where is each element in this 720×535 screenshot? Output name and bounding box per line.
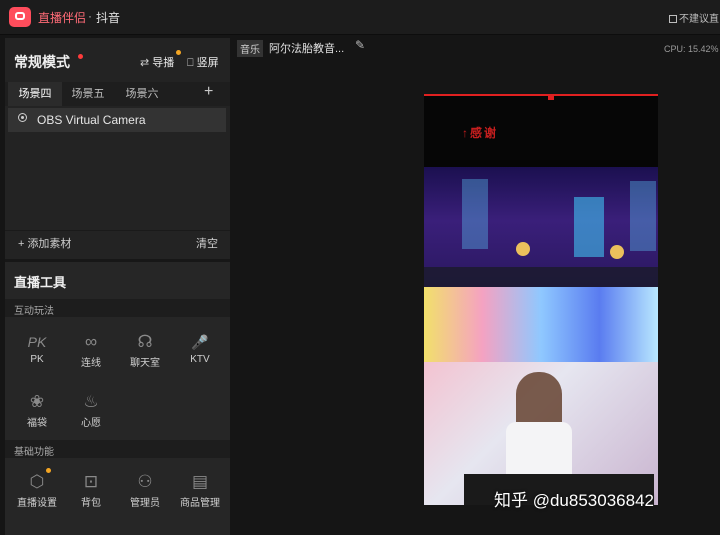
platform-name: 抖音: [96, 11, 121, 25]
tools-title: 直播工具: [14, 275, 67, 290]
stage-screen-left: [462, 179, 488, 249]
stage-floor-edge: [424, 267, 658, 287]
landscape-button[interactable]: ⎕ 竖屏: [187, 54, 219, 70]
preview-top-line: [424, 94, 658, 96]
dj-body: [506, 422, 572, 477]
add-source-button[interactable]: + 添加素材: [18, 235, 71, 251]
music-tag: 音乐: [237, 40, 263, 57]
clear-button[interactable]: 清空: [196, 235, 218, 251]
guide-label: 导播: [152, 57, 175, 69]
music-title[interactable]: 阿尔法胎教音...: [269, 40, 344, 56]
stage-equalizer: [574, 197, 604, 257]
edit-icon[interactable]: ✎: [355, 38, 365, 52]
chatroom-icon: ☊: [137, 332, 153, 351]
wish-tool[interactable]: ♨ 心愿: [66, 391, 116, 429]
settings-icon: ⬡: [29, 472, 45, 491]
tab-scene-4[interactable]: 场景四: [8, 82, 62, 106]
lucky-bag-tool[interactable]: ❀ 福袋: [12, 391, 62, 429]
link-label: 连线: [81, 358, 101, 369]
guide-badge-dot: [176, 50, 181, 55]
guide-button[interactable]: ⇄ 导播: [140, 54, 174, 70]
landscape-label: 竖屏: [196, 57, 219, 69]
tab-scene-6[interactable]: 场景六: [116, 82, 168, 106]
tab-scene-5[interactable]: 场景五: [62, 82, 114, 106]
speaker-icon: [669, 15, 677, 23]
camera-icon: [18, 113, 27, 122]
ktv-tool[interactable]: 🎤 KTV: [175, 331, 225, 365]
app-logo-icon: [9, 7, 31, 27]
goods-tool[interactable]: ▤ 商品管理: [175, 471, 225, 509]
chatroom-label: 聊天室: [130, 358, 160, 369]
link-icon: ∞: [84, 332, 98, 351]
lucky-bag-icon: ❀: [29, 392, 45, 411]
plus-icon: +: [18, 238, 25, 250]
mic-icon: 🎤: [191, 334, 209, 350]
chatroom-tool[interactable]: ☊ 聊天室: [120, 331, 170, 369]
stage-screen-right: [630, 181, 656, 251]
live-settings-label: 直播设置: [17, 498, 57, 509]
backpack-tool[interactable]: ⊡ 背包: [66, 471, 116, 509]
pk-tool[interactable]: PK PK: [12, 331, 62, 365]
volume-warning[interactable]: 不建议直: [669, 10, 719, 25]
goods-label: 商品管理: [180, 498, 220, 509]
cpu-usage: CPU: 15.42%: [664, 44, 719, 54]
goods-icon: ▤: [191, 472, 209, 491]
add-scene-icon[interactable]: +: [204, 83, 213, 101]
link-tool[interactable]: ∞ 连线: [66, 331, 116, 369]
dj-camera-image: [424, 362, 658, 505]
dance-floor-image: [424, 287, 658, 362]
live-preview[interactable]: ↑感谢: [424, 94, 658, 505]
app-name: 直播伴侣: [38, 11, 87, 25]
stage-light-left: [516, 242, 530, 256]
settings-badge-dot: [46, 468, 51, 473]
stage-light-right: [610, 245, 624, 259]
title-separator: ·: [88, 9, 92, 23]
preview-overlay-text: ↑感谢: [462, 126, 499, 140]
backpack-icon: ⊡: [83, 472, 99, 491]
watermark-text: 知乎 @du853036842: [494, 491, 654, 510]
mode-alert-dot: [78, 54, 83, 59]
volume-warning-text: 不建议直: [679, 14, 719, 25]
pk-label: PK: [30, 354, 44, 365]
wish-icon: ♨: [83, 392, 99, 411]
live-settings-tool[interactable]: ⬡ 直播设置: [12, 471, 62, 509]
ktv-label: KTV: [190, 354, 210, 365]
pk-icon: PK: [27, 334, 47, 350]
basic-header: 基础功能: [14, 447, 54, 458]
stage-image: [424, 167, 658, 287]
swap-icon: ⇄: [140, 57, 150, 69]
wish-label: 心愿: [81, 418, 101, 429]
admin-label: 管理员: [130, 498, 160, 509]
screen-orientation-icon: ⎕: [187, 57, 194, 69]
mode-selector[interactable]: 常规模式: [14, 52, 70, 72]
admin-icon: ⚇: [137, 472, 153, 491]
lucky-bag-label: 福袋: [27, 418, 47, 429]
interact-header: 互动玩法: [14, 306, 54, 317]
add-source-label: 添加素材: [27, 238, 72, 250]
source-label: OBS Virtual Camera: [37, 113, 146, 127]
preview-top-handle[interactable]: [548, 94, 554, 100]
backpack-label: 背包: [81, 498, 101, 509]
admin-tool[interactable]: ⚇ 管理员: [120, 471, 170, 509]
